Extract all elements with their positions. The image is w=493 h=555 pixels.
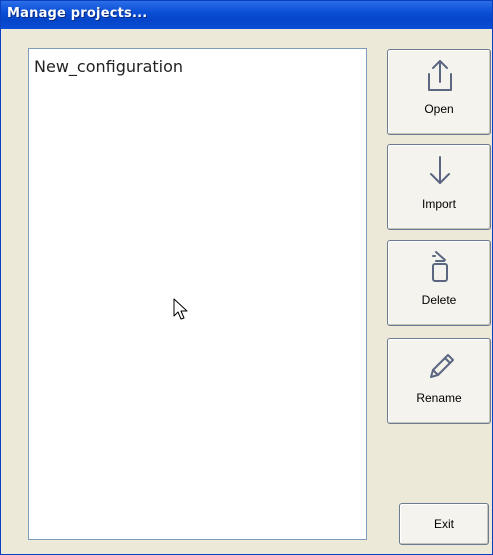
open-button-label: Open	[424, 102, 454, 116]
exit-button[interactable]: Exit	[399, 503, 489, 545]
upload-icon	[428, 60, 452, 91]
title-bar[interactable]: Manage projects...	[1, 1, 492, 29]
open-button[interactable]: Open	[387, 49, 491, 135]
trash-icon	[432, 251, 448, 282]
rename-button-label: Rename	[416, 391, 462, 405]
delete-button-label: Delete	[421, 293, 457, 307]
projects-list[interactable]: New_configuration	[28, 48, 367, 540]
import-button-label: Import	[421, 197, 456, 211]
import-button[interactable]: Import	[387, 144, 491, 230]
mouse-pointer-icon	[173, 298, 188, 320]
pencil-icon	[430, 354, 454, 378]
exit-button-label: Exit	[433, 517, 454, 531]
download-arrow-icon	[430, 156, 450, 184]
list-item[interactable]: New_configuration	[34, 57, 183, 76]
delete-button[interactable]: Delete	[387, 240, 491, 326]
rename-button[interactable]: Rename	[387, 338, 491, 424]
manage-projects-dialog: Manage projects... New_configuration Ope…	[0, 0, 493, 555]
window-title: Manage projects...	[7, 6, 148, 21]
